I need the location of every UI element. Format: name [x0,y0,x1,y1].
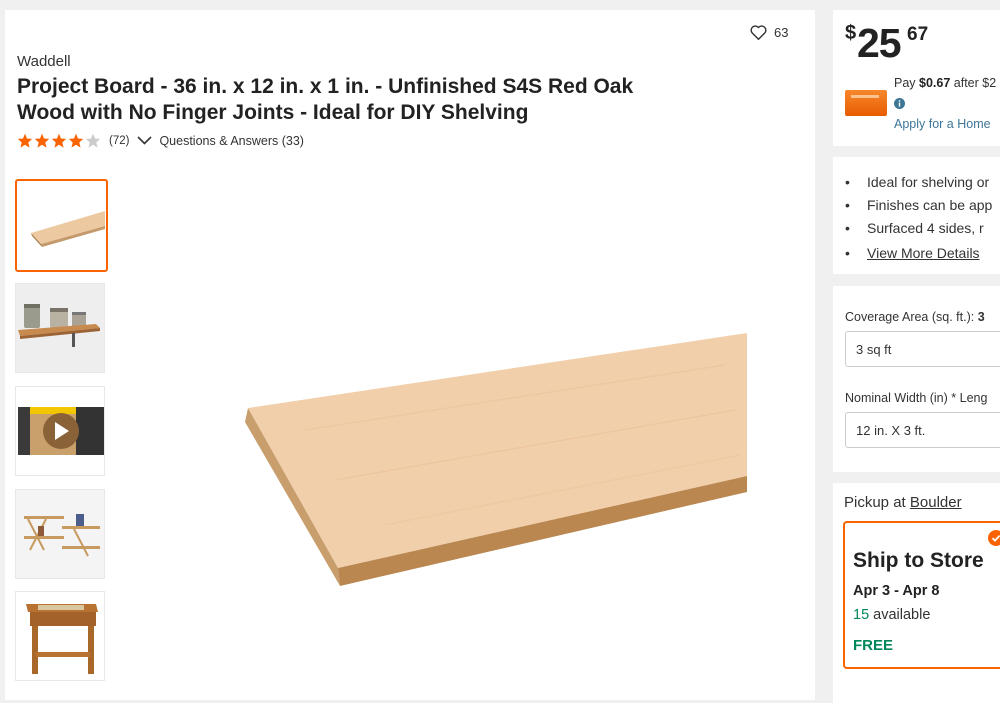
chevron-down-icon[interactable] [137,136,153,145]
size-select[interactable]: 12 in. X 3 ft. [845,412,1000,448]
star-rating[interactable] [17,133,101,148]
size-label: Nominal Width (in) * Leng [845,391,988,405]
favorites-count: 63 [774,25,789,40]
highlight-item: Ideal for shelving or [845,173,992,196]
credit-card-icon [845,90,887,116]
favorite-button[interactable]: 63 [750,25,788,40]
reviews-count[interactable]: (72) [109,135,129,147]
main-product-image[interactable] [245,330,755,597]
price-dollars: 25 [857,20,902,66]
shipping-cost: FREE [853,637,894,654]
thumbnail-wall-shelves[interactable] [15,489,105,579]
thumbnail-shelf-with-jars[interactable] [15,283,105,373]
store-link[interactable]: Boulder [910,494,962,511]
questions-answers-link[interactable]: Questions & Answers (33) [159,134,304,148]
coverage-area-label: Coverage Area (sq. ft.): 3 [845,310,985,324]
star-filled-icon [34,133,50,148]
product-highlights: Ideal for shelving or Finishes can be ap… [845,173,992,267]
apply-for-card-link[interactable]: Apply for a Home [894,117,991,131]
info-icon[interactable] [894,96,905,114]
view-more-details-link[interactable]: View More Details [845,244,992,267]
thumbnail-side-table[interactable] [15,591,105,681]
price-cents: 67 [907,24,929,45]
heart-icon [750,25,767,40]
financing-offer: Pay $0.67 after $2 [894,76,997,90]
checkmark-icon [988,530,1000,546]
ratings-row: (72) Questions & Answers (33) [17,133,304,148]
star-filled-icon [68,133,84,148]
pickup-location: Pickup at Boulder [844,494,962,511]
delivery-dates: Apr 3 - Apr 8 [853,583,940,599]
star-filled-icon [51,133,67,148]
thumbnail-board-plain[interactable] [15,179,108,272]
highlight-item: Finishes can be app [845,196,992,219]
star-empty-icon [85,133,101,148]
coverage-area-select[interactable]: 3 sq ft [845,331,1000,367]
ship-to-store-title: Ship to Store [853,549,984,572]
star-filled-icon [17,133,33,148]
highlight-item: Surfaced 4 sides, r [845,219,992,242]
availability: 15 available [853,607,931,623]
brand-name[interactable]: Waddell [17,53,71,70]
thumbnail-video[interactable] [15,386,105,476]
product-title: Project Board - 36 in. x 12 in. x 1 in. … [17,75,634,124]
